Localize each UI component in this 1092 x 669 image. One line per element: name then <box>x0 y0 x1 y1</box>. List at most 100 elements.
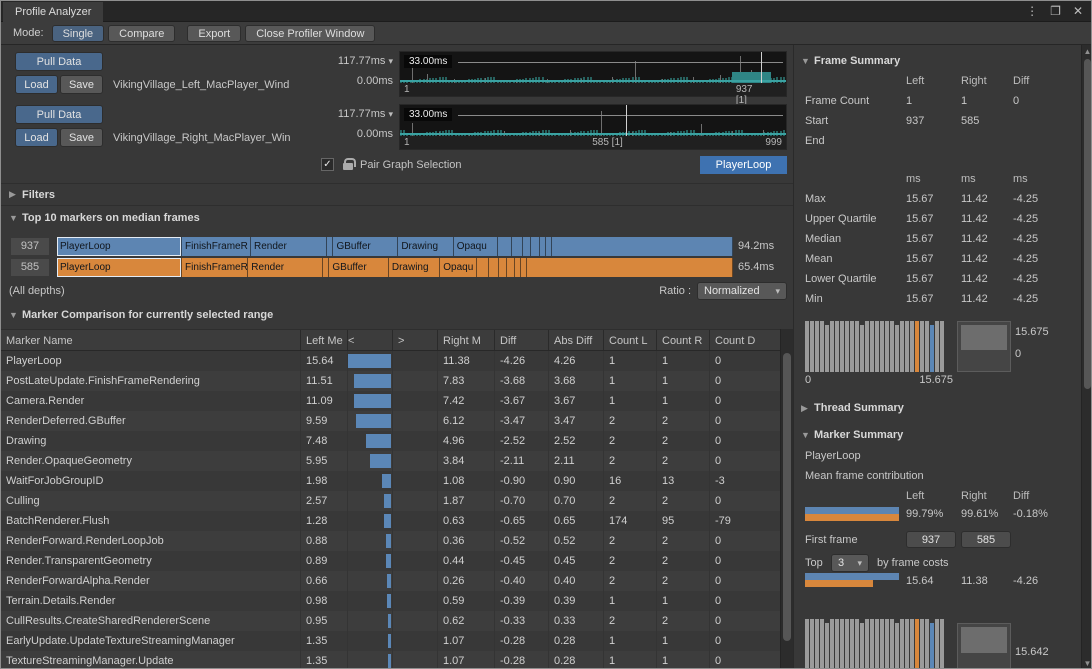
filters-section-header[interactable]: ▶ Filters <box>1 183 793 206</box>
load-button-left[interactable]: Load <box>15 75 58 94</box>
table-row[interactable]: WaitForJobGroupID1.981.08-0.900.901613-3 <box>1 471 780 491</box>
first-frame-left-button[interactable]: 937 <box>906 531 956 548</box>
table-row[interactable]: RenderForwardAlpha.Render0.660.26-0.400.… <box>1 571 780 591</box>
column-header-count-d[interactable]: Count D <box>710 330 780 350</box>
pull-data-button-left[interactable]: Pull Data <box>15 52 103 71</box>
marker-segment[interactable] <box>499 258 507 277</box>
save-button-left[interactable]: Save <box>60 75 103 94</box>
histogram-bar <box>830 321 834 372</box>
pair-graph-selection-checkbox[interactable]: ✓ <box>321 158 334 171</box>
ratio-dropdown[interactable]: Normalized▾ <box>697 282 787 300</box>
table-row[interactable]: PlayerLoop15.6411.38-4.264.26110 <box>1 351 780 371</box>
frame-summary-header[interactable]: ▼Frame Summary <box>801 55 900 67</box>
marker-segment[interactable] <box>527 258 733 277</box>
table-row[interactable]: Camera.Render11.097.42-3.673.67110 <box>1 391 780 411</box>
thread-summary-header[interactable]: ▶Thread Summary <box>801 402 904 414</box>
top-n-dropdown[interactable]: 3▾ <box>831 554 869 572</box>
cell-right-diff-bar <box>393 391 438 411</box>
close-profiler-button[interactable]: Close Profiler Window <box>245 25 375 42</box>
load-button-right[interactable]: Load <box>15 128 58 147</box>
marker-segment[interactable] <box>531 237 539 256</box>
cell-right-diff-bar <box>393 551 438 571</box>
close-icon[interactable]: ✕ <box>1073 4 1083 18</box>
mode-compare-button[interactable]: Compare <box>108 25 175 42</box>
selected-marker-chip[interactable]: PlayerLoop <box>700 156 787 174</box>
table-row[interactable]: BatchRenderer.Flush1.280.63-0.650.651749… <box>1 511 780 531</box>
table-row[interactable]: EarlyUpdate.UpdateTextureStreamingManage… <box>1 631 780 651</box>
export-button[interactable]: Export <box>187 25 241 42</box>
tab-profile-analyzer[interactable]: Profile Analyzer <box>3 2 103 22</box>
marker-segment[interactable] <box>523 237 532 256</box>
scale-max-dropdown-left[interactable]: 117.77ms ▾ <box>317 55 393 67</box>
table-row[interactable]: Terrain.Details.Render0.980.59-0.390.391… <box>1 591 780 611</box>
frame-time-graph-right[interactable]: 33.00ms 1 585 [1] 999 <box>399 104 787 150</box>
marker-segment[interactable] <box>540 237 547 256</box>
scrollbar-thumb[interactable] <box>783 353 791 641</box>
table-row[interactable]: Render.TransparentGeometry0.890.44-0.450… <box>1 551 780 571</box>
save-button-right[interactable]: Save <box>60 128 103 147</box>
frame-time-graph-left[interactable]: 33.00ms 1 937 [1] <box>399 51 787 97</box>
marker-segment[interactable] <box>507 258 514 277</box>
marker-segment-render[interactable]: Render <box>248 258 322 277</box>
column-header-marker-name[interactable]: Marker Name <box>1 330 301 350</box>
pull-data-button-right[interactable]: Pull Data <box>15 105 103 124</box>
first-frame-right-button[interactable]: 585 <box>961 531 1011 548</box>
scroll-up-icon[interactable]: ▲ <box>1082 47 1092 56</box>
column-header-right-m[interactable]: Right M <box>438 330 495 350</box>
marker-segment-playerloop[interactable]: PlayerLoop <box>57 237 182 256</box>
table-row[interactable]: Render.OpaqueGeometry5.953.84-2.112.1122… <box>1 451 780 471</box>
graph-plot-right[interactable] <box>400 105 786 136</box>
column-header-left-me[interactable]: Left Me <box>301 330 348 350</box>
marker-segment-drawing[interactable]: Drawing <box>398 237 453 256</box>
table-row[interactable]: RenderForward.RenderLoopJob0.880.36-0.52… <box>1 531 780 551</box>
marker-segment[interactable] <box>477 258 489 277</box>
column-header--[interactable]: < <box>348 330 393 350</box>
menu-icon[interactable]: ⋮ <box>1026 4 1038 18</box>
marker-summary-header[interactable]: ▼Marker Summary <box>801 429 903 441</box>
column-header-count-r[interactable]: Count R <box>657 330 710 350</box>
comparison-table-scrollbar[interactable] <box>780 329 793 669</box>
scroll-down-icon[interactable]: ▼ <box>1082 659 1092 668</box>
summary-panel-scrollbar[interactable]: ▲ ▼ <box>1081 45 1092 669</box>
marker-segment-opaqu[interactable]: Opaqu <box>454 237 499 256</box>
frame-chip-right[interactable]: 585 <box>11 259 49 276</box>
marker-segment-drawing[interactable]: Drawing <box>389 258 440 277</box>
marker-segment-finishframer[interactable]: FinishFrameR <box>182 258 248 277</box>
column-header-count-l[interactable]: Count L <box>604 330 657 350</box>
marker-segment[interactable] <box>512 237 523 256</box>
marker-segment[interactable] <box>515 258 522 277</box>
marker-segment-gbuffer[interactable]: GBuffer <box>333 237 398 256</box>
maximize-icon[interactable]: ❐ <box>1050 4 1061 18</box>
marker-segment[interactable] <box>489 258 499 277</box>
table-row[interactable]: Culling2.571.87-0.700.70220 <box>1 491 780 511</box>
table-row[interactable]: PostLateUpdate.FinishFrameRendering11.51… <box>1 371 780 391</box>
marker-segment-playerloop[interactable]: PlayerLoop <box>57 258 182 277</box>
marker-segment[interactable] <box>552 237 732 256</box>
marker-segment-render[interactable]: Render <box>251 237 327 256</box>
marker-segment-finishframer[interactable]: FinishFrameR <box>182 237 251 256</box>
column-header--[interactable]: > <box>393 330 438 350</box>
frame-duration-histogram[interactable] <box>805 321 955 372</box>
table-row[interactable]: TextureStreamingManager.Update1.351.07-0… <box>1 651 780 669</box>
lock-icon[interactable] <box>343 163 353 170</box>
graph-plot-left[interactable] <box>400 52 786 83</box>
marker-segment[interactable] <box>323 258 330 277</box>
table-row[interactable]: Drawing7.484.96-2.522.52220 <box>1 431 780 451</box>
comparison-section-header[interactable]: ▼Marker Comparison for currently selecte… <box>9 309 273 321</box>
top10-section-header[interactable]: ▼Top 10 markers on median frames <box>9 212 200 224</box>
column-header-diff[interactable]: Diff <box>495 330 549 350</box>
marker-segment-opaqu[interactable]: Opaqu <box>440 258 477 277</box>
marker-segment[interactable] <box>327 237 334 256</box>
column-header-abs-diff[interactable]: Abs Diff <box>549 330 604 350</box>
scrollbar-thumb[interactable] <box>1084 59 1091 389</box>
cell-diff: -0.52 <box>495 531 549 551</box>
marker-segment-gbuffer[interactable]: GBuffer <box>329 258 388 277</box>
table-row[interactable]: CullResults.CreateSharedRendererScene0.9… <box>1 611 780 631</box>
marker-duration-histogram[interactable] <box>805 619 955 669</box>
cell-left-median: 7.48 <box>301 431 348 451</box>
table-row[interactable]: RenderDeferred.GBuffer9.596.12-3.473.472… <box>1 411 780 431</box>
frame-chip-left[interactable]: 937 <box>11 238 49 255</box>
mode-single-button[interactable]: Single <box>52 25 105 42</box>
scale-max-dropdown-right[interactable]: 117.77ms ▾ <box>317 108 393 120</box>
marker-segment[interactable] <box>498 237 512 256</box>
